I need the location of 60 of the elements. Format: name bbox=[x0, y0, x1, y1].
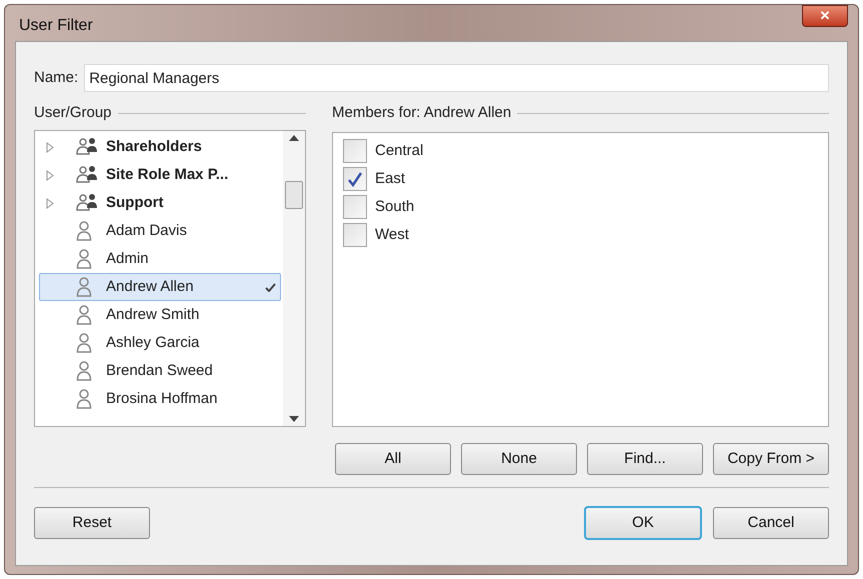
members-button[interactable]: None bbox=[461, 443, 577, 475]
user-group-item[interactable]: Andrew Smith bbox=[39, 301, 281, 329]
user-name: Adam Davis bbox=[106, 220, 188, 241]
user-group-item[interactable]: Brosina Hoffman bbox=[39, 385, 281, 413]
members-button[interactable]: Find... bbox=[587, 443, 703, 475]
expand-arrow-icon[interactable] bbox=[46, 170, 54, 180]
name-field[interactable]: Regional Managers bbox=[84, 64, 829, 92]
close-button[interactable]: ✕ bbox=[802, 5, 848, 27]
user-group-item[interactable]: Site Role Max P... bbox=[39, 161, 281, 189]
user-group-item[interactable]: Support bbox=[39, 189, 281, 217]
user-icon bbox=[76, 333, 92, 353]
checkbox[interactable] bbox=[343, 223, 367, 247]
expand-arrow-icon[interactable] bbox=[46, 142, 54, 152]
user-group-item[interactable]: Admin bbox=[39, 245, 281, 273]
user-group-icon bbox=[76, 165, 98, 185]
user-icon bbox=[76, 249, 92, 269]
user-group-item[interactable]: Brendan Sweed bbox=[39, 357, 281, 385]
user-group-icon bbox=[76, 137, 98, 157]
user-name: Andrew Allen bbox=[106, 276, 195, 297]
user-icon bbox=[76, 277, 92, 297]
checkbox[interactable] bbox=[343, 167, 367, 191]
user-name: Brosina Hoffman bbox=[106, 388, 218, 409]
user-group-item[interactable]: Ashley Garcia bbox=[39, 329, 281, 357]
member-label: Central bbox=[375, 140, 424, 161]
checkbox[interactable] bbox=[343, 139, 367, 163]
user-name: Admin bbox=[106, 248, 150, 269]
user-group-label: User/Group bbox=[34, 102, 112, 123]
members-button[interactable]: All bbox=[335, 443, 451, 475]
scroll-up-icon[interactable] bbox=[289, 135, 299, 141]
member-label: West bbox=[375, 224, 409, 245]
window-title: User Filter bbox=[18, 16, 93, 36]
user-name: Andrew Smith bbox=[106, 304, 200, 325]
checkmark-icon bbox=[347, 171, 363, 187]
expand-arrow-icon[interactable] bbox=[46, 198, 54, 208]
member-label: East bbox=[375, 168, 406, 189]
group-name: Support bbox=[106, 192, 164, 213]
user-group-item[interactable]: Shareholders bbox=[39, 133, 281, 161]
user-name: Ashley Garcia bbox=[106, 332, 200, 353]
group-name: Site Role Max P... bbox=[106, 164, 230, 185]
dialog-button[interactable]: Reset bbox=[34, 507, 150, 539]
user-group-item[interactable]: Adam Davis bbox=[39, 217, 281, 245]
user-icon bbox=[76, 361, 92, 381]
scrollbar[interactable] bbox=[283, 131, 305, 426]
scroll-down-icon[interactable] bbox=[289, 416, 299, 422]
dialog-button[interactable]: Cancel bbox=[713, 507, 829, 539]
group-name: Shareholders bbox=[106, 136, 203, 157]
checkbox[interactable] bbox=[343, 195, 367, 219]
checkmark-icon bbox=[265, 282, 276, 292]
members-button[interactable]: Copy From > bbox=[713, 443, 829, 475]
user-group-icon bbox=[76, 193, 98, 213]
scroll-thumb[interactable] bbox=[285, 181, 303, 209]
user-icon bbox=[76, 389, 92, 409]
user-group-item[interactable]: Andrew Allen bbox=[39, 273, 281, 301]
user-icon bbox=[76, 305, 92, 325]
user-name: Brendan Sweed bbox=[106, 360, 214, 381]
dialog-button[interactable]: OK bbox=[585, 507, 701, 539]
members-label: Members for: Andrew Allen bbox=[332, 102, 512, 123]
name-label: Name: bbox=[34, 68, 78, 88]
member-label: South bbox=[375, 196, 414, 217]
user-icon bbox=[76, 221, 92, 241]
